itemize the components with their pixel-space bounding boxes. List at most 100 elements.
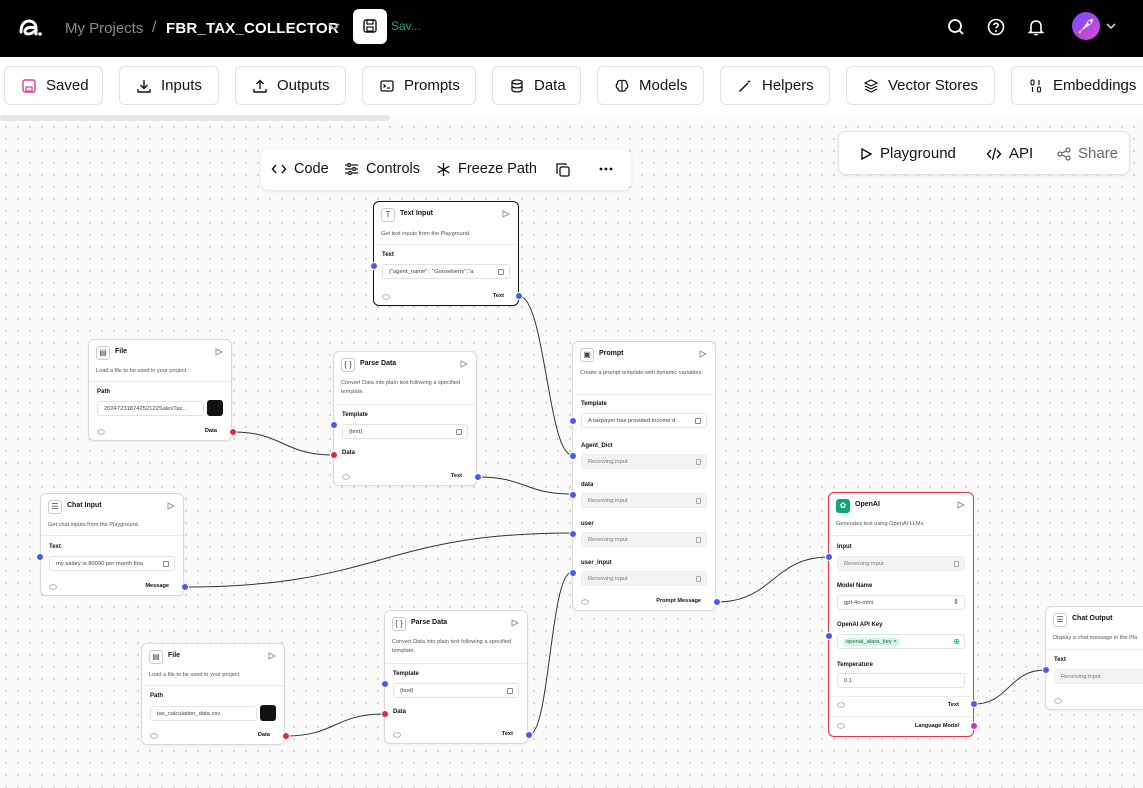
- inputs-button[interactable]: Inputs: [119, 66, 219, 105]
- code-button[interactable]: Code: [271, 161, 329, 177]
- eye-icon[interactable]: [342, 474, 350, 480]
- temperature-field[interactable]: 0.1: [837, 673, 965, 688]
- output-handle[interactable]: [181, 583, 189, 591]
- text-output-handle[interactable]: [970, 700, 978, 708]
- eye-icon[interactable]: [837, 723, 845, 729]
- eye-icon[interactable]: [150, 733, 158, 739]
- globe-icon[interactable]: ⊕: [953, 637, 960, 646]
- api-button[interactable]: API: [986, 145, 1033, 162]
- play-icon[interactable]: [502, 210, 510, 218]
- chat-input-node[interactable]: ☰ Chat Input Get chat inputs from the Pl…: [40, 493, 184, 596]
- output-handle[interactable]: [474, 473, 482, 481]
- openai-node[interactable]: ✿ OpenAI Generates text using OpenAI LLM…: [828, 492, 974, 737]
- model-name-select[interactable]: gpt-4o-mini ⇕: [837, 595, 965, 610]
- api-key-chip[interactable]: openai_alara_key ×: [843, 638, 900, 646]
- user-input-handle[interactable]: [569, 569, 577, 577]
- upload-file-button[interactable]: [207, 400, 223, 416]
- template-field[interactable]: {text}: [393, 683, 519, 698]
- helpers-button[interactable]: Helpers: [720, 66, 830, 105]
- save-button[interactable]: [353, 9, 387, 44]
- output-handle[interactable]: [525, 731, 533, 739]
- input-handle[interactable]: [370, 262, 378, 270]
- vector-stores-label: Vector Stores: [888, 77, 979, 94]
- chat-output-node[interactable]: ☰ Chat Output Display a chat message in …: [1045, 606, 1143, 710]
- expand-icon[interactable]: [163, 561, 169, 567]
- text-input-field[interactable]: {"agent_name" : "Gooseberry","a: [382, 264, 510, 279]
- outputs-button[interactable]: Outputs: [235, 66, 346, 105]
- langflow-logo[interactable]: [16, 14, 42, 40]
- output-handle[interactable]: [282, 732, 290, 740]
- search-icon[interactable]: [946, 17, 966, 37]
- prompts-button[interactable]: Prompts: [362, 66, 476, 105]
- file-node-2[interactable]: ▤ File Load a file to be used in your pr…: [141, 643, 285, 745]
- eye-icon[interactable]: [1054, 698, 1062, 704]
- breadcrumb-my-projects[interactable]: My Projects: [65, 20, 143, 37]
- expand-icon[interactable]: [498, 269, 504, 275]
- chevron-down-icon[interactable]: [327, 19, 341, 33]
- freeze-path-label: Freeze Path: [458, 161, 537, 177]
- expand-icon[interactable]: [507, 688, 513, 694]
- path-field[interactable]: 20247231874252122SalesTax...: [97, 401, 204, 416]
- chat-input-field[interactable]: my salary is 80000 per month fina: [49, 556, 175, 571]
- help-icon[interactable]: [986, 17, 1006, 37]
- more-icon[interactable]: [599, 167, 613, 171]
- vector-stores-button[interactable]: Vector Stores: [846, 66, 995, 105]
- saved-button[interactable]: Saved: [4, 66, 103, 105]
- model-output-handle[interactable]: [970, 722, 978, 730]
- node-footer: Prompt Message: [573, 594, 715, 610]
- output-handle[interactable]: [229, 428, 237, 436]
- data-handle[interactable]: [569, 491, 577, 499]
- eye-icon[interactable]: [49, 584, 57, 590]
- playground-button[interactable]: Playground: [859, 145, 956, 162]
- bell-icon[interactable]: [1026, 17, 1046, 37]
- expand-icon[interactable]: [456, 429, 462, 435]
- eye-icon[interactable]: [837, 702, 845, 708]
- text-input-node[interactable]: T Text Input Get text inputs from the Pl…: [373, 201, 519, 306]
- api-key-handle[interactable]: [825, 632, 833, 640]
- expand-icon[interactable]: [695, 418, 701, 424]
- output-handle[interactable]: [515, 292, 523, 300]
- component-toolbar: Saved Inputs Outputs Prompts Data Models…: [0, 57, 1143, 117]
- input-handle[interactable]: [381, 680, 389, 688]
- parse-data-node[interactable]: { } Parse Data Convert Data into plain t…: [333, 351, 477, 486]
- share-button[interactable]: Share: [1057, 145, 1118, 162]
- data-button[interactable]: Data: [492, 66, 581, 105]
- eye-icon[interactable]: [382, 294, 390, 300]
- api-key-field[interactable]: openai_alara_key × ⊕: [837, 634, 965, 649]
- eye-icon[interactable]: [581, 599, 589, 605]
- freeze-path-button[interactable]: Freeze Path: [436, 161, 537, 177]
- input-handle[interactable]: [330, 421, 338, 429]
- input-handle[interactable]: [36, 553, 44, 561]
- play-icon[interactable]: [511, 619, 519, 627]
- user-avatar[interactable]: [1072, 12, 1100, 40]
- agent-dict-handle[interactable]: [569, 452, 577, 460]
- embeddings-button[interactable]: Embeddings: [1011, 66, 1143, 105]
- play-icon[interactable]: [460, 360, 468, 368]
- output-handle[interactable]: [713, 598, 721, 606]
- controls-button[interactable]: Controls: [344, 161, 420, 177]
- models-button[interactable]: Models: [597, 66, 704, 105]
- path-field[interactable]: tax_calculation_data.csv: [150, 706, 257, 721]
- data-input-handle[interactable]: [330, 451, 338, 459]
- parse-data-node-2[interactable]: { } Parse Data Convert Data into plain t…: [384, 610, 528, 744]
- eye-icon[interactable]: [393, 732, 401, 738]
- play-icon[interactable]: [215, 348, 223, 356]
- chevron-down-icon[interactable]: [1104, 19, 1118, 33]
- play-icon[interactable]: [167, 502, 175, 510]
- play-icon[interactable]: [699, 350, 707, 358]
- play-icon[interactable]: [268, 652, 276, 660]
- data-input-handle[interactable]: [381, 710, 389, 718]
- upload-file-button[interactable]: [260, 705, 276, 721]
- user-handle[interactable]: [569, 530, 577, 538]
- project-name[interactable]: FBR_TAX_COLLECTOR: [166, 20, 339, 37]
- input-handle[interactable]: [1042, 666, 1050, 674]
- input-handle[interactable]: [569, 417, 577, 425]
- input-handle[interactable]: [825, 553, 833, 561]
- file-node[interactable]: ▤ File Load a file to be used in your pr…: [88, 339, 232, 441]
- play-icon[interactable]: [957, 501, 965, 509]
- prompt-node[interactable]: ▣ Prompt Create a prompt template with d…: [572, 341, 716, 611]
- copy-icon[interactable]: [555, 162, 571, 178]
- eye-icon[interactable]: [97, 429, 105, 435]
- template-field[interactable]: A taxpayer has provided income d: [581, 413, 707, 428]
- template-field[interactable]: {text}: [342, 424, 468, 439]
